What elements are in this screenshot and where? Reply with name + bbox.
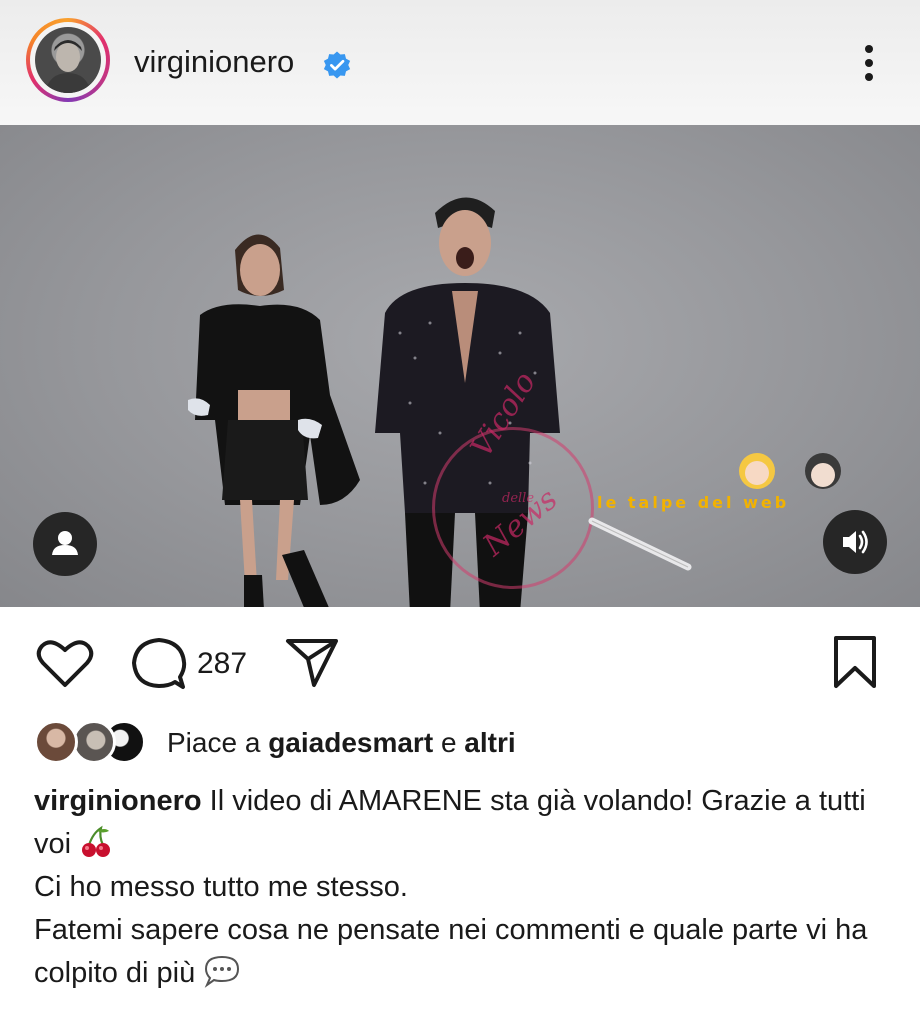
caption-line-1: virginionero Il video di AMARENE sta già… bbox=[34, 780, 904, 866]
likes-prefix: Piace a bbox=[167, 727, 261, 758]
liker-avatar bbox=[34, 720, 78, 764]
caption-text-3: Fatemi sapere cosa ne pensate nei commen… bbox=[34, 914, 868, 989]
verified-badge-icon bbox=[323, 51, 351, 79]
comment-icon[interactable] bbox=[131, 636, 187, 692]
speech-bubble-emoji bbox=[204, 955, 240, 988]
username-link[interactable]: virginionero bbox=[134, 44, 294, 80]
likes-connector: e bbox=[440, 727, 457, 758]
volume-icon bbox=[843, 530, 868, 554]
person-icon bbox=[52, 531, 78, 555]
likes-others-link[interactable]: altri bbox=[464, 727, 515, 758]
volume-button[interactable] bbox=[823, 510, 887, 574]
likes-summary[interactable]: Piace a gaiadesmart e altri bbox=[0, 712, 920, 772]
video-woman-figure bbox=[188, 234, 360, 607]
bookmark-icon[interactable] bbox=[832, 635, 878, 689]
likes-text: Piace a gaiadesmart e altri bbox=[167, 727, 516, 759]
avatar bbox=[35, 27, 101, 93]
post-caption: virginionero Il video di AMARENE sta già… bbox=[34, 780, 904, 995]
more-vertical-icon[interactable] bbox=[852, 40, 886, 86]
tagged-users-button[interactable] bbox=[33, 512, 97, 576]
avatar-story-ring[interactable] bbox=[26, 18, 110, 102]
send-icon[interactable] bbox=[284, 637, 340, 689]
caption-line-2: Ci ho messo tutto me stesso. bbox=[34, 871, 408, 903]
post-actions-bar: 287 bbox=[0, 607, 920, 707]
comments-count[interactable]: 287 bbox=[197, 647, 247, 681]
post-header: virginionero bbox=[0, 0, 920, 125]
liker-avatar bbox=[72, 720, 116, 764]
watermark-faces-icon bbox=[739, 453, 841, 489]
cherries-emoji bbox=[82, 825, 111, 857]
watermark-pen-icon bbox=[588, 517, 692, 571]
post-video[interactable]: Vicolo delle News le talpe del web bbox=[0, 125, 920, 607]
likes-user-link[interactable]: gaiadesmart bbox=[268, 727, 433, 758]
heart-icon[interactable] bbox=[36, 637, 94, 689]
caption-line-3: Fatemi sapere cosa ne pensate nei commen… bbox=[34, 909, 904, 995]
caption-username-link[interactable]: virginionero bbox=[34, 785, 202, 817]
